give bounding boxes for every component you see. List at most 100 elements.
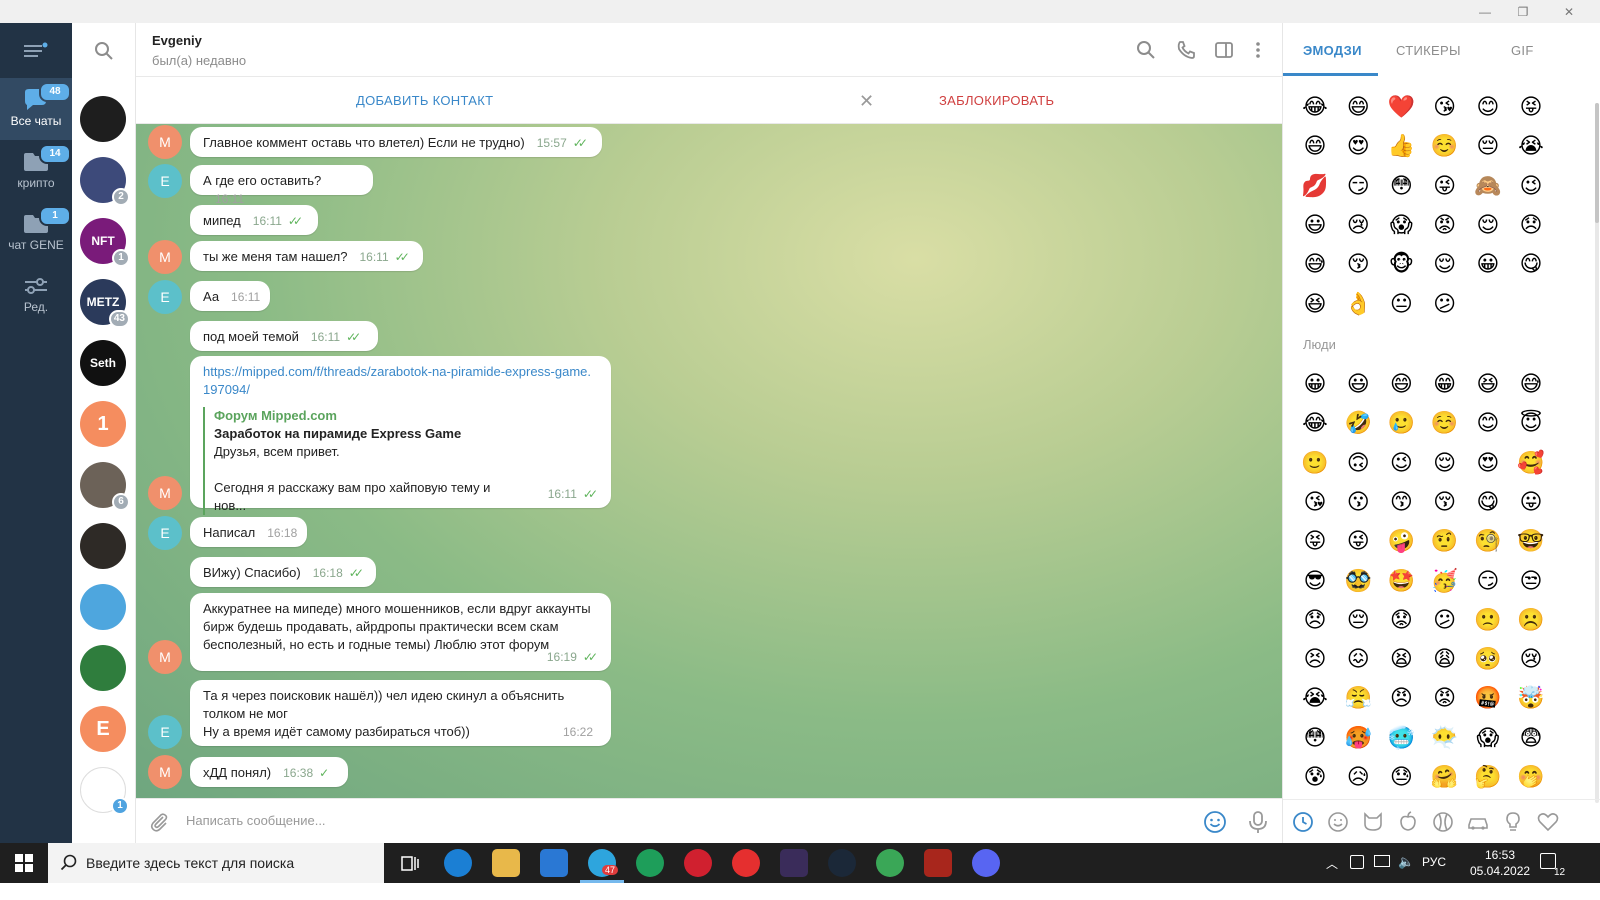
emoji-item[interactable]: 😊	[1468, 405, 1508, 441]
emoji-item[interactable]: 😱	[1468, 720, 1508, 756]
emoji-item[interactable]: 😥	[1338, 759, 1378, 795]
message-area[interactable]: Главное коммент оставь что влетел) Если …	[136, 124, 1282, 798]
emoji-item[interactable]: 🤔	[1468, 759, 1508, 795]
message-bubble[interactable]: ВИжу) Спасибо) 16:18 ✓✓	[190, 557, 376, 587]
emoji-item[interactable]: 😞	[1295, 602, 1335, 638]
emoji-item[interactable]: 😉	[1381, 445, 1421, 481]
emoji-item[interactable]: 🙈	[1468, 168, 1508, 204]
sender-avatar[interactable]: E	[148, 516, 182, 550]
chat-avatar[interactable]: 1	[80, 767, 129, 815]
emoji-item[interactable]: 😞	[1511, 207, 1551, 243]
emoji-item[interactable]: 👍	[1381, 128, 1421, 164]
emoji-item[interactable]: ☹️	[1511, 602, 1551, 638]
emoji-item[interactable]: 🙂	[1295, 445, 1335, 481]
travel-category-icon[interactable]	[1466, 810, 1492, 834]
chat-avatar[interactable]	[80, 523, 126, 569]
emoji-scrollbar[interactable]	[1595, 103, 1599, 803]
emoji-item[interactable]: 😋	[1511, 246, 1551, 282]
emoji-item[interactable]: 😄	[1295, 128, 1335, 164]
telegram-icon[interactable]: 47	[588, 849, 619, 877]
emoji-item[interactable]: 😡	[1425, 680, 1465, 716]
nox-icon[interactable]	[780, 849, 808, 877]
message-bubble[interactable]: Написал 16:18	[190, 517, 307, 547]
emoji-item[interactable]: 😕	[1425, 286, 1465, 322]
chat-avatar[interactable]: 6	[80, 462, 130, 511]
network-icon[interactable]	[1374, 855, 1390, 867]
restore-button[interactable]: ❐	[1500, 0, 1546, 23]
chat-avatar[interactable]: NFT 1	[80, 218, 130, 267]
emoji-item[interactable]: 😛	[1511, 484, 1551, 520]
symbols-category-icon[interactable]	[1536, 810, 1562, 834]
emoji-item[interactable]: 🤣	[1338, 405, 1378, 441]
emoji-item[interactable]: 😝	[1295, 523, 1335, 559]
emoji-item[interactable]: ☺️	[1425, 128, 1465, 164]
emoji-item[interactable]: 😋	[1468, 484, 1508, 520]
emoji-item[interactable]: 😣	[1295, 641, 1335, 677]
emoji-item[interactable]: 😐	[1381, 286, 1421, 322]
emoji-item[interactable]: 😚	[1338, 246, 1378, 282]
emoji-item[interactable]: 😎	[1295, 563, 1335, 599]
emoji-item[interactable]: 😘	[1295, 484, 1335, 520]
emoji-item[interactable]: 😗	[1338, 484, 1378, 520]
chat-avatar[interactable]: METZ 43	[80, 279, 130, 328]
chat-avatar[interactable]: 1	[80, 401, 126, 447]
message-bubble[interactable]: мипед 16:11 ✓✓	[190, 205, 318, 235]
taskbar-search[interactable]: Введите здесь текст для поиска	[48, 843, 384, 883]
emoji-icon[interactable]	[1203, 810, 1227, 839]
emoji-item[interactable]: 😌	[1468, 207, 1508, 243]
edge-icon[interactable]	[444, 849, 472, 877]
emoji-item[interactable]: 🥸	[1338, 563, 1378, 599]
search-icon[interactable]	[94, 41, 114, 66]
tray-app-icon[interactable]	[1350, 855, 1364, 869]
opera-icon[interactable]	[684, 849, 712, 877]
attach-icon[interactable]	[148, 811, 170, 838]
tray-chevron-icon[interactable]: ︿	[1326, 855, 1338, 872]
recent-category-icon[interactable]	[1291, 810, 1317, 834]
chat-avatar[interactable]	[80, 645, 126, 691]
emoji-item[interactable]: 😭	[1511, 128, 1551, 164]
chrome-icon[interactable]	[876, 849, 904, 877]
emoji-item[interactable]: 😆	[1468, 366, 1508, 402]
emoji-item[interactable]: 😳	[1381, 168, 1421, 204]
emoji-item[interactable]: 😔	[1338, 602, 1378, 638]
animals-category-icon[interactable]	[1361, 810, 1387, 834]
emoji-item[interactable]: 😢	[1338, 207, 1378, 243]
message-bubble[interactable]: Аккуратнее на мипеде) много мошенников, …	[190, 593, 611, 671]
emoji-item[interactable]: 🥰	[1511, 445, 1551, 481]
message-bubble[interactable]: под моей темой 16:11 ✓✓	[190, 321, 378, 351]
emoji-item[interactable]: 🥲	[1381, 405, 1421, 441]
dota-icon[interactable]	[924, 849, 952, 877]
emoji-item[interactable]: 😟	[1381, 602, 1421, 638]
sender-avatar[interactable]: E	[148, 280, 182, 314]
emoji-item[interactable]: 😅	[1511, 366, 1551, 402]
close-icon[interactable]: ✕	[859, 91, 874, 112]
emoji-item[interactable]: 🤓	[1511, 523, 1551, 559]
emoji-item[interactable]: 😢	[1511, 641, 1551, 677]
emoji-item[interactable]: 🤯	[1511, 680, 1551, 716]
message-bubble[interactable]: А где его оставить? 16:11	[190, 165, 373, 206]
chat-avatar[interactable]	[80, 584, 126, 630]
emoji-item[interactable]: 😝	[1511, 89, 1551, 125]
emoji-item[interactable]: 😅	[1295, 246, 1335, 282]
emoji-item[interactable]: 😀	[1468, 246, 1508, 282]
emoji-item[interactable]: 😕	[1425, 602, 1465, 638]
block-button[interactable]: ЗАБЛОКИРОВАТЬ	[939, 93, 1054, 108]
chat-avatar[interactable]: E	[80, 706, 126, 752]
emoji-item[interactable]: 💋	[1295, 168, 1335, 204]
emoji-item[interactable]: 😀	[1295, 366, 1335, 402]
steam-icon[interactable]	[828, 849, 856, 877]
emoji-item[interactable]: 🥳	[1425, 563, 1465, 599]
emoji-item[interactable]: 🤪	[1381, 523, 1421, 559]
emoji-item[interactable]: 😔	[1468, 128, 1508, 164]
search-icon[interactable]	[1136, 40, 1156, 60]
sender-avatar[interactable]: M	[148, 640, 182, 674]
sender-avatar[interactable]: E	[148, 715, 182, 749]
emoji-item[interactable]: 😜	[1425, 168, 1465, 204]
emoji-item[interactable]: 😠	[1381, 680, 1421, 716]
chat-avatar[interactable]	[80, 96, 126, 142]
emoji-item[interactable]: 🤨	[1425, 523, 1465, 559]
volume-icon[interactable]: 🔈	[1398, 854, 1414, 870]
sender-avatar[interactable]: E	[148, 164, 182, 198]
emoji-item[interactable]: 😒	[1511, 563, 1551, 599]
emoji-item[interactable]: 😍	[1468, 445, 1508, 481]
